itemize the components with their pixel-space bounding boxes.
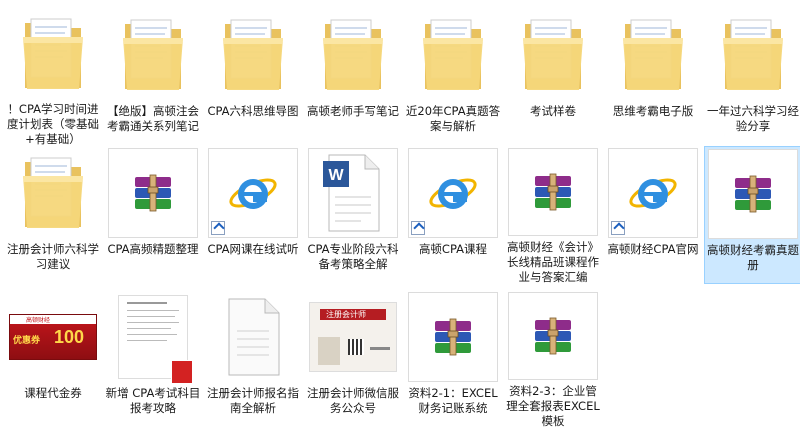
file-name: CPA专业阶段六科备考策略全解 (307, 242, 399, 271)
shortcut-arrow-icon (211, 221, 225, 235)
file-name: 高顿CPA课程 (418, 242, 488, 256)
file-item[interactable]: 新增 CPA考试科目报考攻略 (104, 290, 202, 428)
folder-icon (205, 10, 301, 100)
folder-icon (305, 10, 401, 100)
ie-shortcut-icon (208, 148, 298, 238)
file-name: CPA高频精题整理 (107, 242, 199, 256)
file-item[interactable]: W CPA专业阶段六科备考策略全解 (304, 146, 402, 284)
file-item[interactable]: 注册会计师报名指南全解析 (204, 290, 302, 428)
file-item[interactable]: 近20年CPA真题答案与解析 (404, 8, 502, 146)
file-item[interactable]: 考试样卷 (504, 8, 602, 146)
file-item[interactable]: 思维考霸电子版 (604, 8, 702, 146)
file-item[interactable]: 资料2-1：EXCEL财务记账系统 (404, 290, 502, 428)
rar-icon (508, 148, 598, 237)
file-item[interactable]: CPA网课在线试听 (204, 146, 302, 284)
voucher-brand: 高顿财经 (26, 317, 51, 324)
rar-icon (708, 149, 798, 239)
file-item[interactable]: 一年过六科学习经验分享 (704, 8, 800, 146)
voucher-value: 100 (54, 327, 85, 347)
file-name: 注册会计师报名指南全解析 (207, 386, 299, 415)
blank-document-icon (205, 292, 301, 382)
file-name: 一年过六科学习经验分享 (707, 104, 799, 133)
file-item[interactable]: ！CPA学习时间进度计划表（零基础+有基础） (4, 8, 102, 146)
file-name: 课程代金券 (24, 386, 82, 400)
wechat-image-icon: 注册会计师 (305, 292, 401, 382)
file-name: 【绝版】高顿注会考霸通关系列笔记 (107, 104, 199, 133)
shortcut-arrow-icon (611, 221, 625, 235)
svg-text:W: W (328, 167, 344, 184)
file-name: 高顿财经《会计》长线精品班课程作业与答案汇编 (507, 240, 599, 284)
folder-icon (5, 10, 101, 98)
voucher-prefix: 优惠券 (13, 336, 41, 346)
file-name: 高顿财经CPA官网 (607, 242, 699, 256)
file-item[interactable]: 高顿CPA课程 (404, 146, 502, 284)
file-item[interactable]: 高顿财经CPA官网 (604, 146, 702, 284)
file-name: 高顿财经考霸真题册 (707, 243, 799, 272)
rar-icon (408, 292, 498, 382)
rar-icon (508, 292, 598, 381)
file-name: 注册会计师微信服务公众号 (307, 386, 399, 415)
file-item[interactable]: 高顿财经 优惠券 100 课程代金券 (4, 290, 102, 428)
file-item[interactable]: CPA六科思维导图 (204, 8, 302, 146)
file-name: 高顿老师手写笔记 (307, 104, 399, 118)
folder-icon (605, 10, 701, 100)
file-name: 新增 CPA考试科目报考攻略 (105, 386, 201, 415)
folder-icon (705, 10, 800, 100)
file-name: 思维考霸电子版 (612, 104, 694, 118)
file-name: CPA六科思维导图 (207, 104, 299, 118)
word-icon: W (308, 148, 398, 238)
file-item[interactable]: 高顿财经考霸真题册 (704, 146, 800, 284)
wechat-card-title: 注册会计师 (326, 310, 366, 319)
file-item[interactable]: CPA高频精题整理 (104, 146, 202, 284)
file-item[interactable]: 注册会计师六科学习建议 (4, 146, 102, 284)
file-name: CPA网课在线试听 (207, 242, 299, 256)
shortcut-arrow-icon (411, 221, 425, 235)
file-item[interactable]: 注册会计师 注册会计师微信服务公众号 (304, 290, 402, 428)
file-name: 资料2-3：企业管理全套报表EXCEL模板 (506, 384, 600, 428)
voucher-image-icon: 高顿财经 优惠券 100 (5, 292, 101, 382)
file-item[interactable]: 高顿老师手写笔记 (304, 8, 402, 146)
file-name: ！CPA学习时间进度计划表（零基础+有基础） (7, 102, 99, 146)
file-name: 考试样卷 (530, 104, 576, 118)
file-item[interactable]: 【绝版】高顿注会考霸通关系列笔记 (104, 8, 202, 146)
file-name: 近20年CPA真题答案与解析 (405, 104, 501, 133)
file-name: 资料2-1：EXCEL财务记账系统 (408, 386, 498, 415)
file-name: 注册会计师六科学习建议 (7, 242, 99, 271)
rar-icon (108, 148, 198, 238)
folder-icon (505, 10, 601, 100)
pdf-icon (105, 292, 201, 384)
file-item[interactable]: 资料2-3：企业管理全套报表EXCEL模板 (504, 290, 602, 428)
folder-icon (105, 10, 201, 100)
ie-shortcut-icon (408, 148, 498, 238)
ie-shortcut-icon (608, 148, 698, 238)
file-item[interactable]: 高顿财经《会计》长线精品班课程作业与答案汇编 (504, 146, 602, 284)
folder-icon (405, 10, 501, 100)
folder-icon (5, 148, 101, 238)
